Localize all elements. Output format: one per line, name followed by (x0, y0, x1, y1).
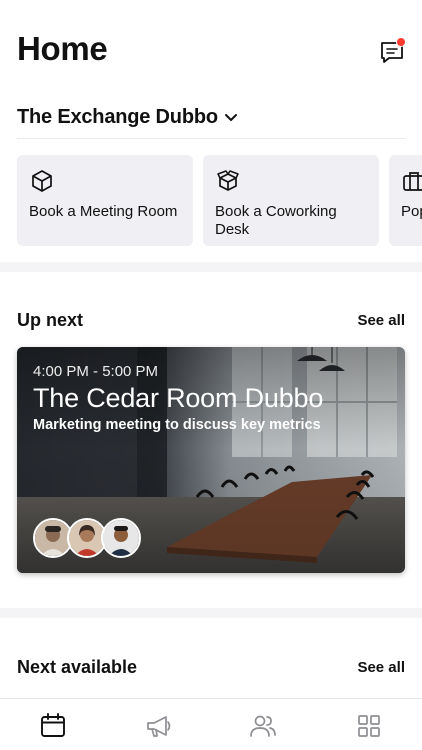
upcoming-booking-card[interactable]: 4:00 PM - 5:00 PM The Cedar Room Dubbo M… (17, 347, 405, 573)
up-next-title: Up next (17, 310, 84, 330)
people-icon (250, 715, 276, 737)
page-title: Home (17, 30, 108, 67)
quick-action-label: Book a Coworking Desk (215, 203, 337, 238)
section-separator (0, 608, 422, 618)
quick-action-coworking-desk[interactable]: Book a Coworking Desk (203, 155, 379, 246)
up-next-header: Up next See all (17, 310, 405, 331)
tab-people[interactable] (248, 711, 278, 741)
tab-bar (0, 698, 422, 750)
tab-calendar[interactable] (38, 711, 68, 741)
notification-dot (396, 37, 406, 47)
section-separator (0, 262, 422, 272)
tab-more[interactable] (354, 711, 384, 741)
next-available-title: Next available (17, 657, 138, 677)
open-box-icon (217, 170, 239, 191)
quick-action-label: Pop (401, 203, 422, 220)
briefcase-icon (403, 172, 422, 191)
calendar-icon (41, 713, 65, 737)
booking-time: 4:00 PM - 5:00 PM (33, 363, 159, 380)
booking-description: Marketing meeting to discuss key metrics (33, 417, 321, 433)
quick-actions-row: Book a Meeting Room Book a Coworking Des… (17, 155, 422, 247)
megaphone-icon (147, 716, 171, 737)
quick-action-meeting-room[interactable]: Book a Meeting Room (17, 155, 193, 246)
chevron-down-icon (224, 114, 237, 121)
location-name: The Exchange Dubbo (17, 105, 218, 128)
up-next-see-all-button[interactable]: See all (357, 312, 405, 329)
next-available-header: Next available See all (17, 657, 405, 678)
location-selector[interactable]: The Exchange Dubbo (17, 104, 238, 130)
avatar (101, 518, 141, 558)
booking-room-name: The Cedar Room Dubbo (33, 383, 324, 413)
tab-announcements[interactable] (144, 711, 174, 741)
quick-action-pop[interactable]: Pop (389, 155, 422, 246)
cube-icon (32, 170, 52, 192)
grid-icon (358, 715, 380, 737)
next-available-see-all-button[interactable]: See all (357, 659, 405, 676)
header: Home (0, 0, 422, 100)
divider (17, 138, 405, 139)
quick-action-label: Book a Meeting Room (29, 203, 178, 220)
